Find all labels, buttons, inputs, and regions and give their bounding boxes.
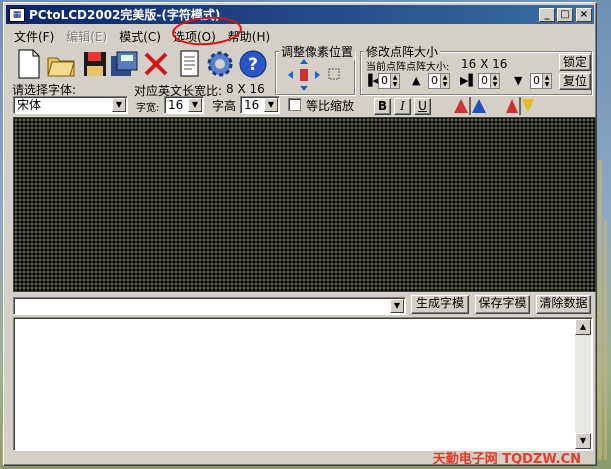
ratio-value: 8 X 16 bbox=[226, 82, 265, 96]
open-folder-icon[interactable] bbox=[46, 48, 76, 80]
menu-edit[interactable]: 编辑(E) bbox=[60, 26, 113, 45]
save-disk-icon[interactable] bbox=[80, 48, 110, 80]
move-arrows-icon[interactable] bbox=[284, 57, 344, 93]
minimize-button[interactable]: _ bbox=[539, 7, 555, 22]
spin-arrows-icon[interactable]: ▲ ▼ bbox=[490, 74, 499, 88]
dot-matrix-canvas[interactable] bbox=[13, 117, 596, 292]
document-icon[interactable] bbox=[174, 48, 204, 80]
new-file-icon[interactable] bbox=[14, 48, 44, 80]
proportional-checkbox[interactable] bbox=[288, 98, 301, 111]
right-edge-icon: ▶▌ bbox=[460, 74, 477, 87]
spin-arrows-icon[interactable]: ▲ ▼ bbox=[542, 74, 551, 88]
app-window: ▦ PCtoLCD2002完美版-(字符模式) _ □ × 文件(F) 编辑(E… bbox=[3, 2, 597, 466]
char-width-label: 字宽: bbox=[136, 103, 160, 114]
window-title: PCtoLCD2002完美版-(字符模式) bbox=[29, 8, 221, 22]
chevron-down-icon[interactable]: ▼ bbox=[390, 299, 404, 313]
spin-arrows-icon[interactable]: ▲ ▼ bbox=[390, 74, 399, 88]
title-bar[interactable]: ▦ PCtoLCD2002完美版-(字符模式) _ □ × bbox=[6, 5, 594, 24]
char-width-select[interactable]: 16 ▼ bbox=[164, 96, 204, 114]
gear-icon[interactable] bbox=[205, 48, 235, 80]
chevron-down-icon[interactable]: ▼ bbox=[188, 98, 202, 112]
char-height-value: 16 bbox=[244, 98, 260, 112]
spin-arrows-icon[interactable]: ▲ ▼ bbox=[440, 74, 449, 88]
spin-right[interactable]: 0 ▲ ▼ bbox=[478, 73, 500, 89]
bold-button[interactable]: B bbox=[374, 98, 391, 115]
site-watermark: 天勤电子网 TQDZW.CN bbox=[432, 452, 581, 467]
delete-icon[interactable] bbox=[141, 48, 171, 80]
current-size-label: 当前点阵点阵大小: bbox=[366, 62, 450, 73]
vertical-scrollbar[interactable]: ▲ ▼ bbox=[575, 319, 591, 449]
proportional-label: 等比缩放 bbox=[306, 99, 355, 113]
help-icon[interactable]: ? bbox=[238, 48, 268, 80]
lock-button[interactable]: 锁定 bbox=[559, 54, 591, 71]
mirror-horizontal-icon[interactable] bbox=[452, 97, 488, 115]
reset-button[interactable]: 复位 bbox=[559, 73, 591, 90]
generate-font-button[interactable]: 生成字模 bbox=[411, 295, 469, 314]
scroll-down-icon[interactable]: ▼ bbox=[575, 433, 591, 449]
scroll-up-icon[interactable]: ▲ bbox=[575, 319, 591, 335]
spin-bottom[interactable]: 0 ▲ ▼ bbox=[530, 73, 552, 89]
save-as-icon[interactable] bbox=[109, 48, 139, 80]
app-icon: ▦ bbox=[9, 7, 25, 22]
chevron-down-icon[interactable]: ▼ bbox=[112, 98, 126, 112]
clear-data-button[interactable]: 清除数据 bbox=[536, 295, 591, 314]
top-edge-icon: ▲ bbox=[412, 74, 421, 87]
menu-file[interactable]: 文件(F) bbox=[8, 26, 60, 45]
bottom-edge-icon: ▼ bbox=[514, 74, 523, 87]
svg-text:?: ? bbox=[248, 55, 258, 75]
desktop-grass bbox=[598, 160, 602, 460]
maximize-button[interactable]: □ bbox=[557, 7, 573, 22]
char-height-label: 字高 bbox=[212, 99, 237, 113]
underline-button[interactable]: U bbox=[414, 98, 431, 115]
chevron-down-icon[interactable]: ▼ bbox=[264, 98, 278, 112]
font-select[interactable]: 宋体 ▼ bbox=[13, 96, 128, 114]
italic-button[interactable]: I bbox=[394, 98, 411, 115]
close-button[interactable]: × bbox=[576, 7, 592, 22]
mirror-vertical-icon[interactable] bbox=[502, 97, 538, 115]
desktop-grass bbox=[604, 220, 607, 460]
menu-mode[interactable]: 模式(C) bbox=[113, 26, 167, 45]
save-font-button[interactable]: 保存字模 bbox=[475, 295, 530, 314]
spin-left[interactable]: 0 ▲ ▼ bbox=[378, 73, 400, 89]
text-input-combo[interactable]: ▼ bbox=[13, 297, 406, 315]
spin-top[interactable]: 0 ▲ ▼ bbox=[428, 73, 450, 89]
current-size-value: 16 X 16 bbox=[461, 57, 508, 71]
output-textarea[interactable]: ▲ ▼ bbox=[13, 317, 593, 451]
char-width-value: 16 bbox=[168, 98, 184, 112]
font-select-value: 宋体 bbox=[17, 98, 42, 112]
char-height-select[interactable]: 16 ▼ bbox=[240, 96, 280, 114]
